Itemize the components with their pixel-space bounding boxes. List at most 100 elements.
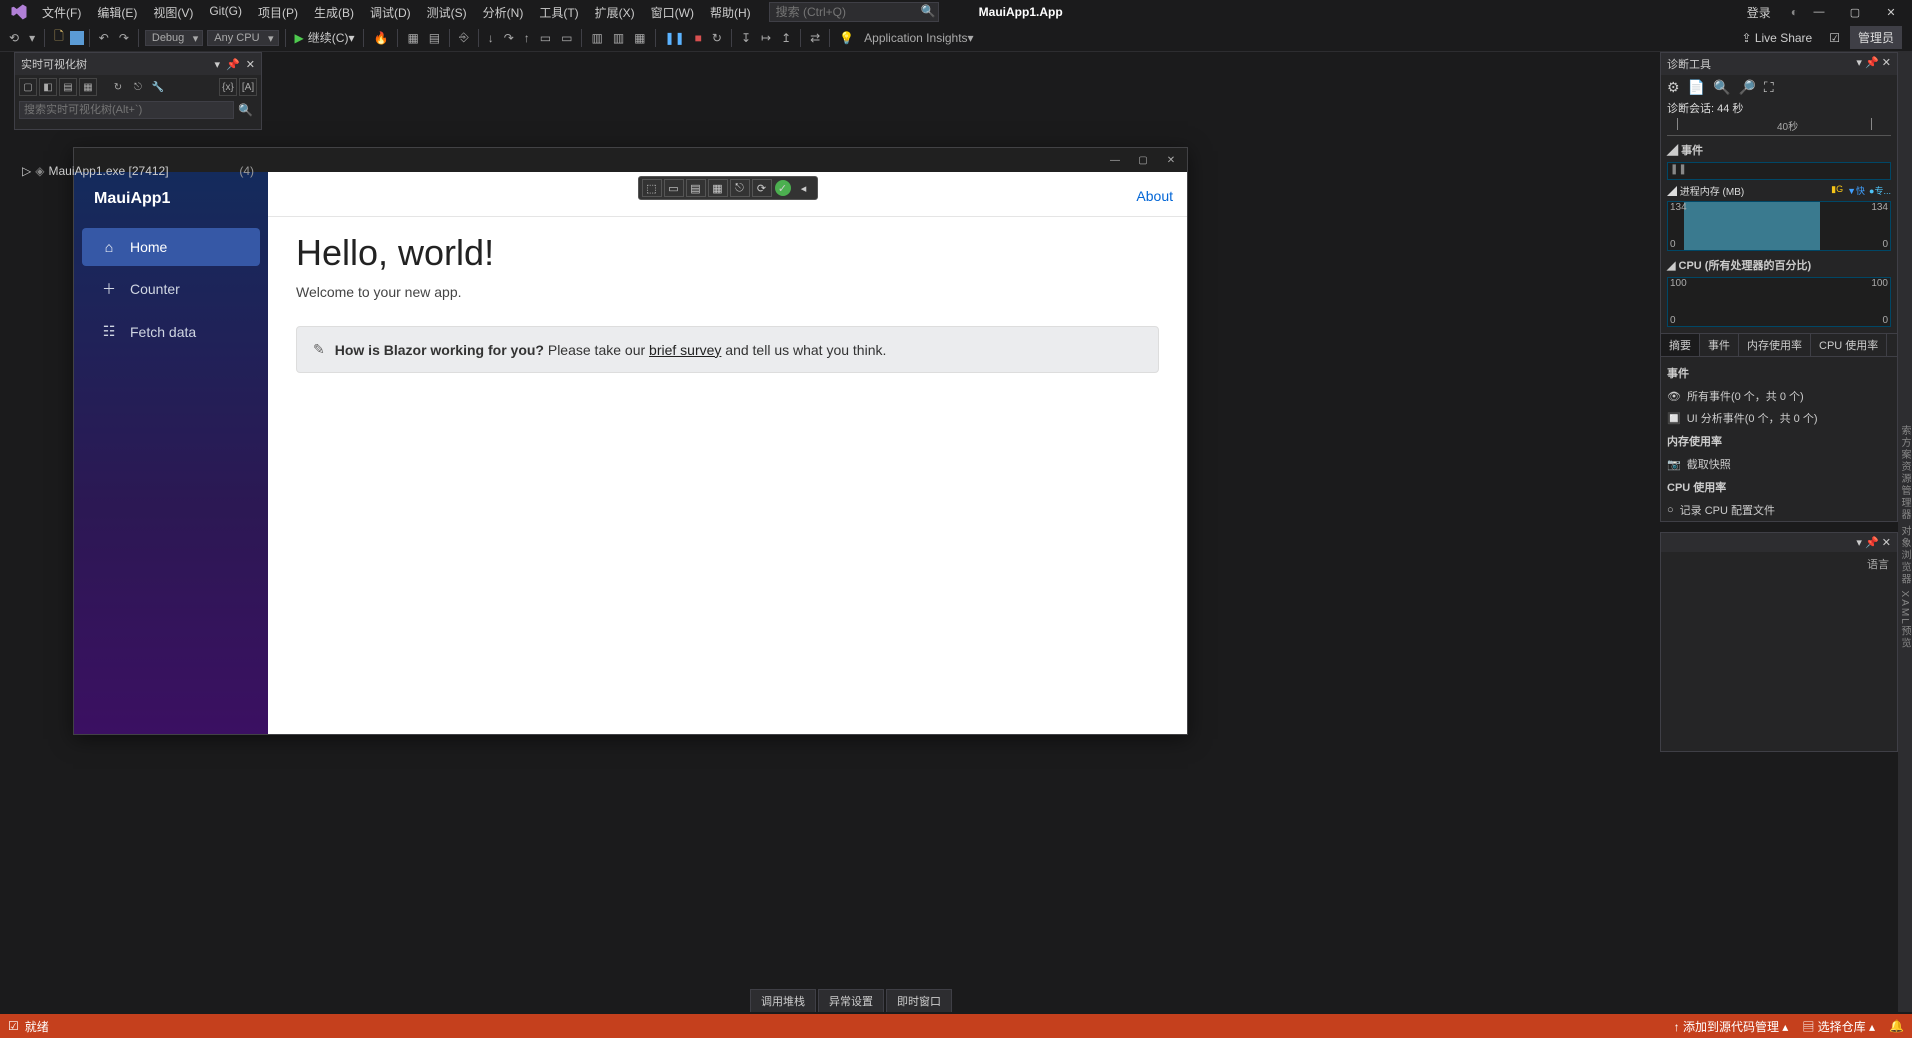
menu-窗口(W)[interactable]: 窗口(W) bbox=[643, 1, 702, 24]
app-close-button[interactable]: ✕ bbox=[1157, 150, 1185, 170]
diag-pin-icon[interactable]: 📌 bbox=[1865, 57, 1879, 69]
dbg-collapse-icon[interactable]: ◂ bbox=[794, 179, 814, 197]
undo-icon[interactable]: ↶ bbox=[95, 29, 113, 47]
notifications-icon[interactable]: 🔔 bbox=[1889, 1019, 1904, 1033]
menu-编辑(E)[interactable]: 编辑(E) bbox=[89, 1, 145, 24]
record-cpu-row[interactable]: ○记录 CPU 配置文件 bbox=[1667, 499, 1891, 521]
menu-帮助(H)[interactable]: 帮助(H) bbox=[702, 1, 759, 24]
tree-node[interactable]: ▷ ◈ MauiApp1.exe [27412] (4) bbox=[14, 160, 262, 182]
ui-events-row[interactable]: 🔲UI 分析事件(0 个，共 0 个) bbox=[1667, 407, 1891, 429]
diag-close-icon[interactable]: ✕ bbox=[1882, 57, 1891, 69]
diag-settings-icon[interactable]: ⚙ bbox=[1667, 79, 1680, 96]
pause-icon[interactable]: ❚❚ bbox=[661, 29, 689, 47]
dbg-btn-3[interactable]: ▤ bbox=[686, 179, 706, 197]
diag-dropdown-icon[interactable]: ▾ bbox=[1856, 57, 1862, 69]
menu-测试(S)[interactable]: 测试(S) bbox=[419, 1, 475, 24]
menu-视图(V)[interactable]: 视图(V) bbox=[145, 1, 201, 24]
select-repo-button[interactable]: ▤ 选择仓库 ▴ bbox=[1802, 1018, 1875, 1035]
step-out-icon[interactable]: ↑ bbox=[520, 29, 534, 47]
menu-文件(F)[interactable]: 文件(F) bbox=[34, 1, 89, 24]
menu-Git(G)[interactable]: Git(G) bbox=[201, 1, 250, 24]
open-icon[interactable] bbox=[70, 31, 84, 45]
diag-timeline[interactable]: 40秒 bbox=[1667, 118, 1891, 136]
dbg-ok-icon[interactable]: ✓ bbox=[775, 180, 791, 196]
menu-分析(N)[interactable]: 分析(N) bbox=[475, 1, 532, 24]
diag-tab-2[interactable]: 内存使用率 bbox=[1739, 334, 1811, 356]
step-icon-a[interactable]: ↧ bbox=[737, 29, 755, 47]
tb-icon-3[interactable]: ⎆ bbox=[455, 28, 473, 47]
lp-close-icon[interactable]: ✕ bbox=[1882, 537, 1891, 549]
feedback-icon[interactable]: ☑ bbox=[1829, 31, 1840, 45]
panel-dropdown-icon[interactable]: ▾ bbox=[215, 58, 221, 71]
tb-layout-3[interactable]: ▦ bbox=[630, 29, 649, 47]
diag-zoomin-icon[interactable]: 🔍 bbox=[1713, 79, 1730, 96]
login-avatar-icon[interactable]: ◐ bbox=[1791, 5, 1798, 19]
diag-tab-1[interactable]: 事件 bbox=[1700, 334, 1739, 356]
liveshare-button[interactable]: ⇪ Live Share bbox=[1734, 28, 1819, 48]
step-icon-b[interactable]: ↦ bbox=[757, 29, 775, 47]
nav-counter[interactable]: ＋Counter bbox=[82, 268, 260, 310]
about-link[interactable]: About bbox=[1136, 188, 1173, 204]
dbg-btn-4[interactable]: ▦ bbox=[708, 179, 728, 197]
menu-调试(D)[interactable]: 调试(D) bbox=[362, 1, 419, 24]
hot-reload-icon[interactable]: 🔥 bbox=[369, 29, 392, 47]
step-over-icon[interactable]: ↷ bbox=[500, 29, 518, 47]
survey-link[interactable]: brief survey bbox=[649, 342, 721, 358]
minimize-button[interactable]: — bbox=[1804, 2, 1834, 22]
panel-close-icon[interactable]: ✕ bbox=[246, 58, 255, 71]
nav-fetch-data[interactable]: ☷Fetch data bbox=[82, 312, 260, 351]
tb-more-2[interactable]: ▭ bbox=[557, 29, 576, 47]
panel-pin-icon[interactable]: 📌 bbox=[226, 58, 240, 71]
lvt-tb-1[interactable]: ▢ bbox=[19, 78, 37, 96]
dbg-btn-5[interactable]: ⎋ bbox=[730, 179, 750, 197]
app-maximize-button[interactable]: ▢ bbox=[1129, 150, 1157, 170]
bottom-tab-异常设置[interactable]: 异常设置 bbox=[818, 989, 884, 1012]
lvt-tb-5[interactable]: ↻ bbox=[109, 78, 127, 96]
lvt-tb-3[interactable]: ▤ bbox=[59, 78, 77, 96]
restart-icon[interactable]: ↻ bbox=[708, 29, 726, 47]
platform-combo[interactable]: Any CPU bbox=[207, 30, 278, 46]
close-button[interactable]: ✕ bbox=[1876, 2, 1906, 22]
lp-pin-icon[interactable]: 📌 bbox=[1865, 537, 1879, 549]
diag-reset-icon[interactable]: ⛶ bbox=[1764, 79, 1774, 96]
config-combo[interactable]: Debug bbox=[145, 30, 203, 46]
continue-button[interactable]: ▶继续(C) ▾ bbox=[291, 27, 359, 48]
tb-icon-2[interactable]: ▤ bbox=[425, 29, 444, 47]
step-icon-c[interactable]: ↥ bbox=[777, 29, 795, 47]
tb-icon-1[interactable]: ▦ bbox=[403, 29, 422, 47]
maximize-button[interactable]: ▢ bbox=[1840, 2, 1870, 22]
search-icon[interactable]: 🔍 bbox=[921, 4, 936, 18]
tb-misc[interactable]: ⇄ bbox=[806, 29, 824, 47]
source-control-button[interactable]: ↑ 添加到源代码管理 ▴ bbox=[1674, 1018, 1789, 1035]
tb-layout-1[interactable]: ▥ bbox=[587, 29, 606, 47]
bottom-tab-即时窗口[interactable]: 即时窗口 bbox=[886, 989, 952, 1012]
bottom-tab-调用堆栈[interactable]: 调用堆栈 bbox=[750, 989, 816, 1012]
search-icon[interactable]: 🔍 bbox=[234, 101, 257, 119]
dbg-btn-1[interactable]: ⬚ bbox=[642, 179, 662, 197]
diag-tab-0[interactable]: 摘要 bbox=[1661, 334, 1700, 356]
stop-icon[interactable]: ■ bbox=[691, 29, 706, 47]
expand-icon[interactable]: ▷ bbox=[22, 164, 31, 178]
nav-back-icon[interactable]: ⟲ bbox=[5, 29, 23, 47]
diag-tool-icon[interactable]: 📄 bbox=[1688, 79, 1705, 96]
lvt-search-input[interactable] bbox=[19, 101, 234, 119]
lvt-tb-2[interactable]: ◧ bbox=[39, 78, 57, 96]
app-minimize-button[interactable]: — bbox=[1101, 150, 1129, 170]
new-project-icon[interactable]: 🗋 bbox=[50, 25, 68, 50]
lvt-tb-9[interactable]: [A] bbox=[239, 78, 257, 96]
lp-dropdown-icon[interactable]: ▾ bbox=[1856, 537, 1862, 549]
nav-home[interactable]: ⌂Home bbox=[82, 228, 260, 266]
right-vertical-tabs[interactable]: 索方案资源管理器 对象浏览器 XAML预览 bbox=[1898, 52, 1912, 1012]
lvt-tb-8[interactable]: {x} bbox=[219, 78, 237, 96]
dbg-btn-2[interactable]: ▭ bbox=[664, 179, 684, 197]
step-into-icon[interactable]: ↓ bbox=[484, 29, 498, 47]
menu-项目(P)[interactable]: 项目(P) bbox=[250, 1, 306, 24]
lvt-tb-6[interactable]: ⎋ bbox=[129, 78, 147, 96]
menu-工具(T)[interactable]: 工具(T) bbox=[531, 1, 586, 24]
diag-tab-3[interactable]: CPU 使用率 bbox=[1811, 334, 1887, 356]
global-search[interactable]: 🔍 bbox=[769, 2, 939, 22]
diag-zoomout-icon[interactable]: 🔎 bbox=[1738, 79, 1755, 96]
menu-生成(B)[interactable]: 生成(B) bbox=[306, 1, 362, 24]
login-link[interactable]: 登录 bbox=[1747, 4, 1771, 21]
tb-layout-2[interactable]: ▥ bbox=[609, 29, 628, 47]
